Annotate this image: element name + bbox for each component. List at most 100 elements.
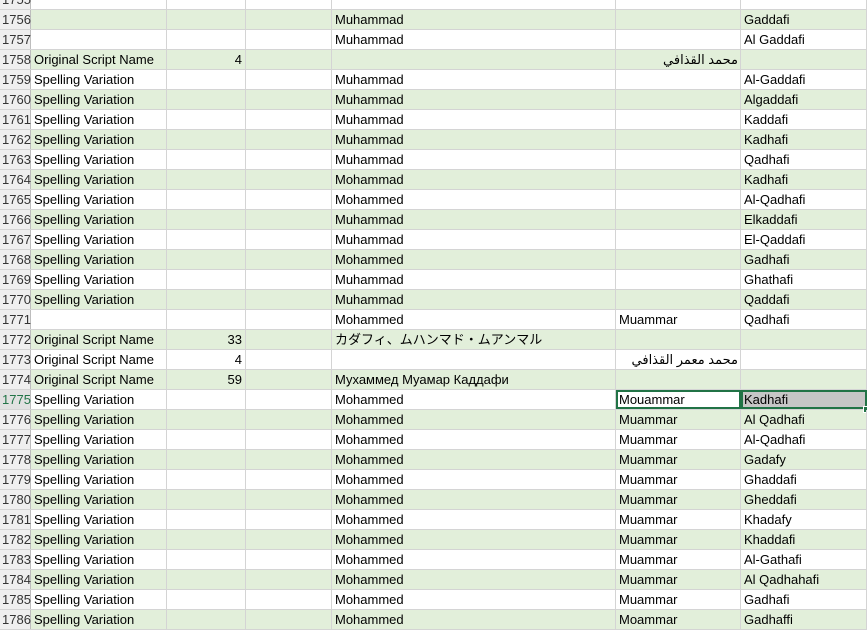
row-header[interactable]: 1760 bbox=[0, 90, 31, 109]
cell-surname[interactable]: Al Gaddafi bbox=[741, 30, 867, 49]
row-header[interactable]: 1780 bbox=[0, 490, 31, 509]
cell-given-name[interactable] bbox=[332, 0, 616, 9]
cell-empty[interactable] bbox=[246, 210, 332, 229]
cell-empty[interactable] bbox=[246, 390, 332, 409]
cell-middle-name[interactable] bbox=[616, 70, 741, 89]
cell-empty[interactable] bbox=[246, 30, 332, 49]
cell-category[interactable]: Spelling Variation bbox=[31, 470, 167, 489]
cell-category[interactable]: Spelling Variation bbox=[31, 250, 167, 269]
cell-empty[interactable] bbox=[246, 610, 332, 629]
cell-middle-name[interactable]: Muammar bbox=[616, 590, 741, 609]
cell-empty[interactable] bbox=[246, 350, 332, 369]
cell-count[interactable] bbox=[167, 230, 246, 249]
cell-surname[interactable]: Al-Gathafi bbox=[741, 550, 867, 569]
cell-empty[interactable] bbox=[246, 150, 332, 169]
cell-surname[interactable]: Gadhafi bbox=[741, 590, 867, 609]
cell-count[interactable]: 59 bbox=[167, 370, 246, 389]
cell-given-name[interactable]: Mohammad bbox=[332, 170, 616, 189]
row-header[interactable]: 1765 bbox=[0, 190, 31, 209]
cell-given-name[interactable]: Mohammed bbox=[332, 410, 616, 429]
cell-empty[interactable] bbox=[246, 410, 332, 429]
cell-given-name[interactable]: Mohammed bbox=[332, 470, 616, 489]
cell-given-name[interactable]: Mohammed bbox=[332, 590, 616, 609]
cell-category[interactable] bbox=[31, 10, 167, 29]
cell-given-name[interactable]: Mohammed bbox=[332, 510, 616, 529]
cell-middle-name[interactable] bbox=[616, 350, 741, 369]
cell-count[interactable] bbox=[167, 250, 246, 269]
row-header[interactable]: 1778 bbox=[0, 450, 31, 469]
cell-category[interactable]: Original Script Name bbox=[31, 350, 167, 369]
cell-count[interactable]: 4 bbox=[167, 350, 246, 369]
row-header[interactable]: 1768 bbox=[0, 250, 31, 269]
cell-surname[interactable]: Kadhafi bbox=[741, 130, 867, 149]
cell-count[interactable] bbox=[167, 210, 246, 229]
cell-count[interactable] bbox=[167, 410, 246, 429]
cell-middle-name[interactable] bbox=[616, 30, 741, 49]
cell-empty[interactable] bbox=[246, 490, 332, 509]
cell-count[interactable] bbox=[167, 490, 246, 509]
cell-empty[interactable] bbox=[246, 10, 332, 29]
cell-count[interactable] bbox=[167, 110, 246, 129]
row-header[interactable]: 1759 bbox=[0, 70, 31, 89]
cell-count[interactable] bbox=[167, 570, 246, 589]
cell-empty[interactable] bbox=[246, 70, 332, 89]
cell-category[interactable]: Spelling Variation bbox=[31, 290, 167, 309]
cell-category[interactable]: Spelling Variation bbox=[31, 530, 167, 549]
row-header[interactable]: 1775 bbox=[0, 390, 31, 409]
cell-count[interactable] bbox=[167, 270, 246, 289]
row-header[interactable]: 1762 bbox=[0, 130, 31, 149]
cell-given-name[interactable]: Mohammed bbox=[332, 550, 616, 569]
cell-count[interactable]: 4 bbox=[167, 50, 246, 69]
cell-middle-name[interactable]: Muammar bbox=[616, 430, 741, 449]
cell-empty[interactable] bbox=[246, 510, 332, 529]
cell-count[interactable] bbox=[167, 190, 246, 209]
cell-empty[interactable] bbox=[246, 370, 332, 389]
cell-given-name[interactable]: Muhammad bbox=[332, 150, 616, 169]
cell-surname[interactable]: Qadhafi bbox=[741, 150, 867, 169]
cell-category[interactable]: Spelling Variation bbox=[31, 110, 167, 129]
cell-category[interactable]: Spelling Variation bbox=[31, 590, 167, 609]
cell-count[interactable] bbox=[167, 390, 246, 409]
cell-given-name[interactable]: カダフィ、ムハンマド・ムアンマル bbox=[332, 330, 616, 349]
row-header[interactable]: 1764 bbox=[0, 170, 31, 189]
cell-middle-name[interactable] bbox=[616, 150, 741, 169]
cell-empty[interactable] bbox=[246, 0, 332, 9]
cell-surname[interactable]: Gadafy bbox=[741, 450, 867, 469]
cell-count[interactable] bbox=[167, 70, 246, 89]
cell-surname[interactable] bbox=[741, 330, 867, 349]
cell-count[interactable] bbox=[167, 610, 246, 629]
cell-empty[interactable] bbox=[246, 270, 332, 289]
cell-count[interactable] bbox=[167, 130, 246, 149]
cell-count[interactable] bbox=[167, 450, 246, 469]
cell-category[interactable]: Spelling Variation bbox=[31, 190, 167, 209]
cell-count[interactable] bbox=[167, 550, 246, 569]
cell-surname[interactable]: Kadhafi bbox=[741, 390, 867, 413]
cell-surname[interactable]: Ghathafi bbox=[741, 270, 867, 289]
cell-surname[interactable]: Kaddafi bbox=[741, 110, 867, 129]
row-header[interactable]: 1756 bbox=[0, 10, 31, 29]
cell-category[interactable]: Spelling Variation bbox=[31, 570, 167, 589]
cell-given-name[interactable]: Muhammad bbox=[332, 30, 616, 49]
cell-middle-name[interactable]: Muammar bbox=[616, 410, 741, 429]
cell-count[interactable] bbox=[167, 170, 246, 189]
cell-category[interactable]: Spelling Variation bbox=[31, 150, 167, 169]
cell-given-name[interactable]: Muhammad bbox=[332, 110, 616, 129]
cell-empty[interactable] bbox=[246, 290, 332, 309]
row-header[interactable]: 1777 bbox=[0, 430, 31, 449]
cell-count[interactable] bbox=[167, 150, 246, 169]
cell-category[interactable]: Spelling Variation bbox=[31, 210, 167, 229]
cell-category[interactable] bbox=[31, 30, 167, 49]
cell-empty[interactable] bbox=[246, 130, 332, 149]
cell-given-name[interactable]: Muhammad bbox=[332, 90, 616, 109]
cell-middle-name[interactable] bbox=[616, 210, 741, 229]
cell-surname[interactable]: Al Qadhahafi bbox=[741, 570, 867, 589]
cell-surname[interactable]: Khadafy bbox=[741, 510, 867, 529]
cell-empty[interactable] bbox=[246, 230, 332, 249]
cell-middle-name[interactable] bbox=[616, 250, 741, 269]
cell-empty[interactable] bbox=[246, 570, 332, 589]
cell-empty[interactable] bbox=[246, 430, 332, 449]
cell-category[interactable]: Spelling Variation bbox=[31, 410, 167, 429]
cell-middle-name[interactable] bbox=[616, 170, 741, 189]
cell-given-name[interactable]: Mohammed bbox=[332, 450, 616, 469]
cell-empty[interactable] bbox=[246, 310, 332, 329]
